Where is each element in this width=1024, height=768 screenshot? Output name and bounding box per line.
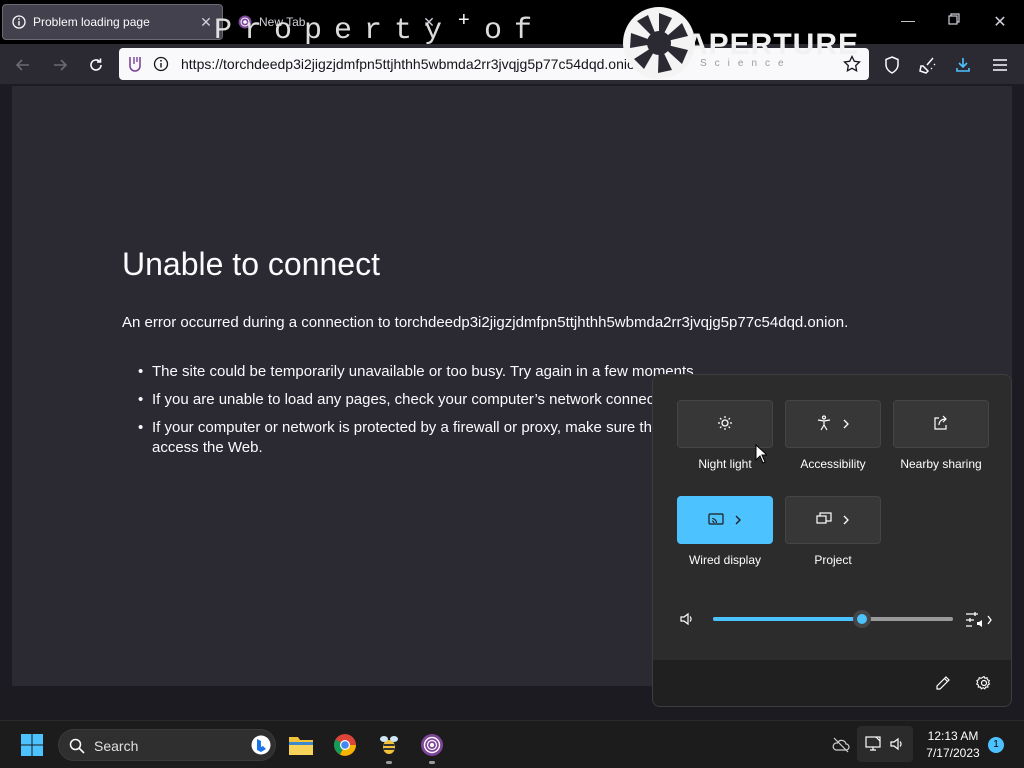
url-bar[interactable]: https://torchdeedp3i2jigzjdmfpn5ttjhthh5… (119, 48, 869, 80)
back-arrow-icon[interactable] (12, 54, 34, 76)
edit-pencil-icon[interactable] (935, 675, 951, 696)
clock-time[interactable]: 12:13 AM (920, 729, 986, 743)
wired-display-button[interactable] (677, 496, 773, 544)
bing-icon[interactable] (251, 735, 271, 760)
minimize-icon[interactable]: — (898, 12, 918, 28)
project-icon (816, 511, 832, 529)
navigation-toolbar: https://torchdeedp3i2jigzjdmfpn5ttjhthh5… (0, 44, 1024, 84)
site-info-icon[interactable] (153, 56, 169, 77)
shield-icon[interactable] (881, 54, 903, 76)
new-identity-broom-icon[interactable] (917, 54, 939, 76)
volume-icon (889, 736, 905, 757)
chevron-right-icon (842, 417, 850, 432)
nearby-sharing-button[interactable] (893, 400, 989, 448)
volume-slider[interactable] (713, 610, 953, 628)
search-icon (69, 738, 85, 759)
quick-settings-footer (653, 660, 1011, 706)
info-icon (11, 14, 27, 30)
tab-new-tab[interactable]: New Tab ✕ (233, 4, 443, 40)
title-bar: Problem loading page ✕ New Tab ✕ + — ✕ (0, 0, 1024, 44)
share-icon (933, 415, 949, 434)
mouse-cursor-icon (755, 443, 769, 469)
accessibility-button[interactable] (785, 400, 881, 448)
clock-date[interactable]: 7/17/2023 (920, 746, 986, 760)
project-button[interactable] (785, 496, 881, 544)
chevron-right-icon (734, 513, 742, 528)
taskbar: Search 12:13 AM 7/17/2023 1 (0, 720, 1024, 768)
tab-problem-loading[interactable]: Problem loading page ✕ (2, 4, 223, 40)
running-indicator (386, 761, 392, 764)
notification-badge[interactable]: 1 (988, 737, 1004, 753)
close-icon[interactable]: ✕ (198, 14, 214, 31)
forward-arrow-icon[interactable] (49, 54, 71, 76)
volume-slider-thumb[interactable] (852, 610, 871, 628)
speaker-icon[interactable] (679, 611, 695, 632)
brightness-icon (717, 415, 733, 434)
cast-icon (708, 512, 724, 529)
night-light-button[interactable] (677, 400, 773, 448)
tor-browser-icon[interactable] (416, 729, 448, 764)
network-icon (864, 736, 882, 757)
chevron-right-icon (842, 513, 850, 528)
downloads-icon[interactable] (952, 54, 974, 76)
url-text: https://torchdeedp3i2jigzjdmfpn5ttjhthh5… (181, 56, 643, 72)
restore-icon[interactable] (944, 12, 964, 28)
system-tray-quick-settings-button[interactable] (857, 726, 913, 762)
new-tab-plus-icon[interactable]: + (458, 10, 470, 30)
bee-app-icon[interactable] (373, 729, 405, 764)
chrome-icon[interactable] (329, 729, 361, 761)
running-indicator (429, 761, 435, 764)
tab-label: New Tab (259, 15, 306, 29)
error-description: An error occurred during a connection to… (122, 314, 849, 331)
tile-label: Wired display (688, 553, 762, 567)
tile-label: Accessibility (800, 457, 866, 471)
cloud-offline-icon[interactable] (832, 737, 850, 758)
close-icon[interactable]: ✕ (421, 14, 437, 31)
tile-label: Project (814, 553, 852, 567)
hamburger-menu-icon[interactable] (989, 54, 1011, 76)
tor-onion-icon (237, 14, 253, 30)
search-input[interactable]: Search (58, 729, 276, 761)
accessibility-icon (816, 414, 832, 434)
windows-start-icon[interactable] (16, 729, 48, 761)
quick-settings-panel: Night light Accessibility Nearby sharing… (652, 374, 1012, 707)
page-title: Unable to connect (122, 246, 380, 282)
tile-label: Nearby sharing (900, 457, 982, 471)
reload-icon[interactable] (85, 54, 107, 76)
search-label: Search (94, 738, 139, 754)
tor-circuit-icon[interactable] (127, 55, 143, 78)
bookmark-star-icon[interactable] (843, 54, 861, 78)
tab-label: Problem loading page (33, 15, 150, 29)
audio-output-icon[interactable] (965, 611, 993, 634)
close-window-icon[interactable]: ✕ (990, 12, 1010, 32)
gear-icon[interactable] (975, 675, 992, 696)
file-explorer-icon[interactable] (285, 729, 317, 761)
volume-slider-fill (713, 617, 862, 621)
